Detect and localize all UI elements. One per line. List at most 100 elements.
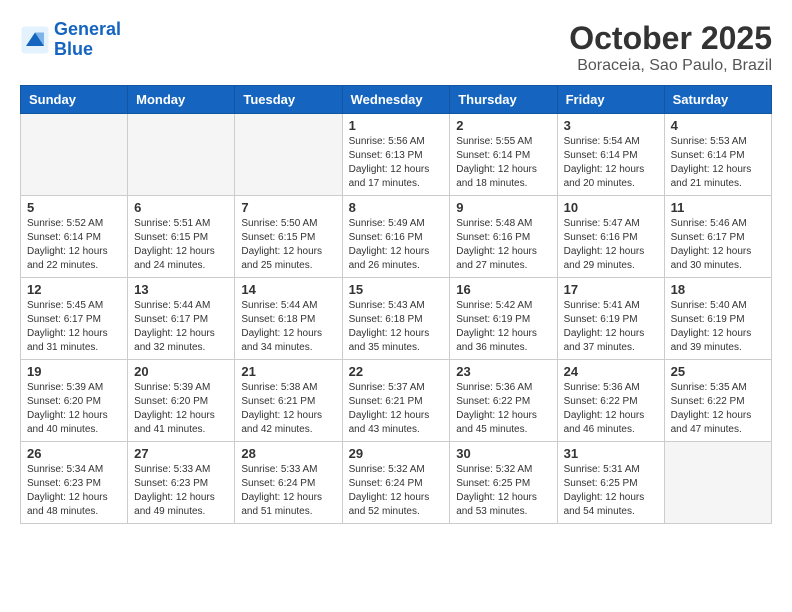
day-info: Sunrise: 5:51 AMSunset: 6:15 PMDaylight:…: [134, 217, 228, 273]
day-info: Sunrise: 5:33 AMSunset: 6:23 PMDaylight:…: [134, 463, 228, 519]
day-info: Sunrise: 5:37 AMSunset: 6:21 PMDaylight:…: [349, 381, 444, 437]
day-cell: [664, 442, 771, 524]
day-info: Sunrise: 5:35 AMSunset: 6:22 PMDaylight:…: [671, 381, 765, 437]
page-header: General Blue October 2025 Boraceia, Sao …: [20, 20, 772, 75]
day-info: Sunrise: 5:44 AMSunset: 6:18 PMDaylight:…: [241, 299, 335, 355]
week-row-2: 5 Sunrise: 5:52 AMSunset: 6:14 PMDaylight…: [21, 196, 772, 278]
day-info: Sunrise: 5:52 AMSunset: 6:14 PMDaylight:…: [27, 217, 121, 273]
day-number: 26: [27, 446, 121, 461]
day-cell: 16 Sunrise: 5:42 AMSunset: 6:19 PMDayligh…: [450, 278, 557, 360]
month-year: October 2025: [569, 20, 772, 57]
day-number: 3: [564, 118, 658, 133]
day-info: Sunrise: 5:48 AMSunset: 6:16 PMDaylight:…: [456, 217, 550, 273]
day-info: Sunrise: 5:45 AMSunset: 6:17 PMDaylight:…: [27, 299, 121, 355]
day-info: Sunrise: 5:43 AMSunset: 6:18 PMDaylight:…: [349, 299, 444, 355]
day-number: 9: [456, 200, 550, 215]
day-cell: 29Sunrise: 5:32 AMSunset: 6:24 PMDayligh…: [342, 442, 450, 524]
day-cell: 11 Sunrise: 5:46 AMSunset: 6:17 PMDayligh…: [664, 196, 771, 278]
day-cell: 5 Sunrise: 5:52 AMSunset: 6:14 PMDaylight…: [21, 196, 128, 278]
day-number: 14: [241, 282, 335, 297]
day-cell: 28 Sunrise: 5:33 AMSunset: 6:24 PMDayligh…: [235, 442, 342, 524]
day-cell: 1 Sunrise: 5:56 AMSunset: 6:13 PMDaylight…: [342, 114, 450, 196]
day-number: 25: [671, 364, 765, 379]
day-cell: 23 Sunrise: 5:36 AMSunset: 6:22 PMDayligh…: [450, 360, 557, 442]
day-info: Sunrise: 5:36 AMSunset: 6:22 PMDaylight:…: [564, 381, 658, 437]
day-info: Sunrise: 5:49 AMSunset: 6:16 PMDaylight:…: [349, 217, 444, 273]
day-info: Sunrise: 5:40 AMSunset: 6:19 PMDaylight:…: [671, 299, 765, 355]
location: Boraceia, Sao Paulo, Brazil: [569, 57, 772, 75]
day-number: 18: [671, 282, 765, 297]
day-info: Sunrise: 5:34 AMSunset: 6:23 PMDaylight:…: [27, 463, 121, 519]
day-number: 24: [564, 364, 658, 379]
day-number: 1: [349, 118, 444, 133]
day-number: 12: [27, 282, 121, 297]
day-number: 8: [349, 200, 444, 215]
day-number: 17: [564, 282, 658, 297]
day-info: Sunrise: 5:44 AMSunset: 6:17 PMDaylight:…: [134, 299, 228, 355]
weekday-header-thursday: Thursday: [450, 86, 557, 114]
day-number: 30: [456, 446, 550, 461]
calendar: SundayMondayTuesdayWednesdayThursdayFrid…: [20, 85, 772, 524]
day-cell: 27 Sunrise: 5:33 AMSunset: 6:23 PMDayligh…: [128, 442, 235, 524]
day-number: 20: [134, 364, 228, 379]
day-info: Sunrise: 5:39 AMSunset: 6:20 PMDaylight:…: [134, 381, 228, 437]
day-cell: 20 Sunrise: 5:39 AMSunset: 6:20 PMDayligh…: [128, 360, 235, 442]
day-cell: 14 Sunrise: 5:44 AMSunset: 6:18 PMDayligh…: [235, 278, 342, 360]
day-cell: [235, 114, 342, 196]
day-info: Sunrise: 5:46 AMSunset: 6:17 PMDaylight:…: [671, 217, 765, 273]
day-number: 21: [241, 364, 335, 379]
day-number: 4: [671, 118, 765, 133]
day-cell: 24 Sunrise: 5:36 AMSunset: 6:22 PMDayligh…: [557, 360, 664, 442]
day-number: 7: [241, 200, 335, 215]
day-cell: 31 Sunrise: 5:31 AMSunset: 6:25 PMDayligh…: [557, 442, 664, 524]
week-row-1: 1 Sunrise: 5:56 AMSunset: 6:13 PMDaylight…: [21, 114, 772, 196]
week-row-4: 19Sunrise: 5:39 AMSunset: 6:20 PMDayligh…: [21, 360, 772, 442]
day-cell: 8 Sunrise: 5:49 AMSunset: 6:16 PMDaylight…: [342, 196, 450, 278]
logo: General Blue: [20, 20, 121, 60]
day-info: Sunrise: 5:32 AMSunset: 6:25 PMDaylight:…: [456, 463, 550, 519]
day-cell: 17 Sunrise: 5:41 AMSunset: 6:19 PMDayligh…: [557, 278, 664, 360]
day-number: 10: [564, 200, 658, 215]
day-number: 22: [349, 364, 444, 379]
logo-icon: [20, 25, 50, 55]
day-info: Sunrise: 5:33 AMSunset: 6:24 PMDaylight:…: [241, 463, 335, 519]
logo-text: General Blue: [54, 20, 121, 60]
weekday-header-friday: Friday: [557, 86, 664, 114]
weekday-header-wednesday: Wednesday: [342, 86, 450, 114]
day-number: 5: [27, 200, 121, 215]
weekday-header-saturday: Saturday: [664, 86, 771, 114]
day-cell: 21Sunrise: 5:38 AMSunset: 6:21 PMDayligh…: [235, 360, 342, 442]
day-number: 23: [456, 364, 550, 379]
day-cell: 10Sunrise: 5:47 AMSunset: 6:16 PMDayligh…: [557, 196, 664, 278]
day-number: 13: [134, 282, 228, 297]
day-number: 31: [564, 446, 658, 461]
day-cell: 18 Sunrise: 5:40 AMSunset: 6:19 PMDayligh…: [664, 278, 771, 360]
day-cell: 6Sunrise: 5:51 AMSunset: 6:15 PMDaylight…: [128, 196, 235, 278]
logo-line1: General: [54, 19, 121, 39]
day-number: 16: [456, 282, 550, 297]
day-cell: 22 Sunrise: 5:37 AMSunset: 6:21 PMDayligh…: [342, 360, 450, 442]
day-number: 15: [349, 282, 444, 297]
day-cell: [21, 114, 128, 196]
day-number: 11: [671, 200, 765, 215]
day-cell: 2Sunrise: 5:55 AMSunset: 6:14 PMDaylight…: [450, 114, 557, 196]
day-info: Sunrise: 5:53 AMSunset: 6:14 PMDaylight:…: [671, 135, 765, 191]
day-number: 27: [134, 446, 228, 461]
day-number: 28: [241, 446, 335, 461]
weekday-header-monday: Monday: [128, 86, 235, 114]
day-info: Sunrise: 5:41 AMSunset: 6:19 PMDaylight:…: [564, 299, 658, 355]
day-info: Sunrise: 5:42 AMSunset: 6:19 PMDaylight:…: [456, 299, 550, 355]
day-info: Sunrise: 5:55 AMSunset: 6:14 PMDaylight:…: [456, 135, 550, 191]
day-info: Sunrise: 5:39 AMSunset: 6:20 PMDaylight:…: [27, 381, 121, 437]
week-row-5: 26 Sunrise: 5:34 AMSunset: 6:23 PMDayligh…: [21, 442, 772, 524]
day-cell: 25 Sunrise: 5:35 AMSunset: 6:22 PMDayligh…: [664, 360, 771, 442]
day-cell: 13 Sunrise: 5:44 AMSunset: 6:17 PMDayligh…: [128, 278, 235, 360]
day-info: Sunrise: 5:31 AMSunset: 6:25 PMDaylight:…: [564, 463, 658, 519]
day-cell: [128, 114, 235, 196]
day-info: Sunrise: 5:36 AMSunset: 6:22 PMDaylight:…: [456, 381, 550, 437]
day-cell: 15 Sunrise: 5:43 AMSunset: 6:18 PMDayligh…: [342, 278, 450, 360]
title-block: October 2025 Boraceia, Sao Paulo, Brazil: [569, 20, 772, 75]
day-cell: 9 Sunrise: 5:48 AMSunset: 6:16 PMDaylight…: [450, 196, 557, 278]
day-info: Sunrise: 5:32 AMSunset: 6:24 PMDaylight:…: [349, 463, 444, 519]
day-info: Sunrise: 5:56 AMSunset: 6:13 PMDaylight:…: [349, 135, 444, 191]
